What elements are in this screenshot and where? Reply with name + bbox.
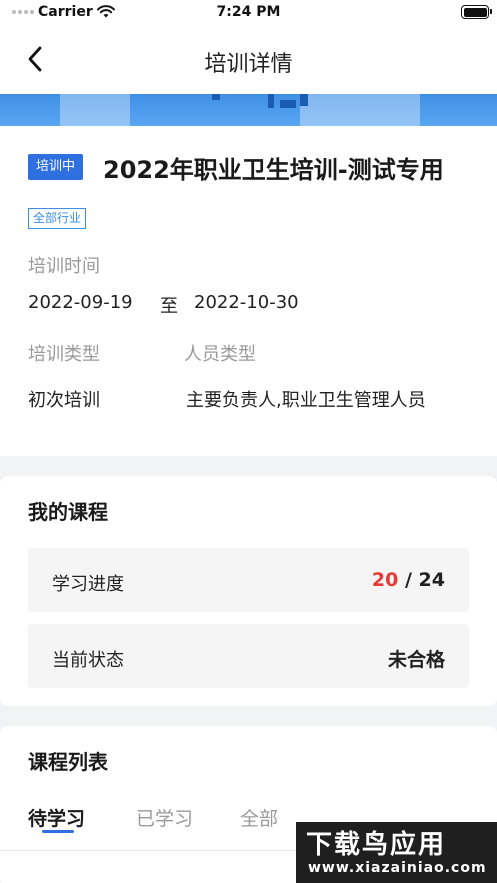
- progress-done: 20: [371, 569, 399, 591]
- training-type-label: 培训类型: [28, 344, 100, 365]
- my-course-card: 我的课程 学习进度 20 / 24 当前状态 未合格: [0, 476, 497, 706]
- progress-row: 学习进度 20 / 24: [28, 548, 469, 612]
- watermark-line2: www.xiazainiao.com: [308, 860, 487, 876]
- personnel-type-value: 主要负责人,职业卫生管理人员: [186, 390, 426, 411]
- battery-icon: [461, 5, 492, 19]
- tab-learned[interactable]: 已学习: [136, 804, 193, 831]
- training-type-value: 初次培训: [28, 390, 100, 411]
- nav-bar: 培训详情: [0, 26, 497, 94]
- status-badge: 培训中: [28, 154, 84, 180]
- personnel-type-label: 人员类型: [184, 344, 256, 365]
- training-info-card: 培训中 2022年职业卫生培训-测试专用 全部行业 培训时间 2022-09-1…: [0, 126, 497, 456]
- progress-label: 学习进度: [52, 574, 124, 595]
- active-tab-indicator: [42, 830, 74, 833]
- progress-value: 20 / 24: [372, 569, 445, 591]
- date-separator: 至: [160, 296, 178, 317]
- end-date: 2022-10-30: [194, 292, 299, 313]
- watermark-logo: 下载鸟应用 www.xiazainiao.com: [296, 822, 497, 883]
- tab-all[interactable]: 全部: [240, 804, 278, 831]
- training-title: 2022年职业卫生培训-测试专用: [103, 156, 444, 184]
- course-list-title: 课程列表: [28, 750, 108, 774]
- industry-tag: 全部行业: [28, 208, 87, 229]
- my-course-title: 我的课程: [28, 500, 108, 524]
- status-bar: Carrier 7:24 PM: [0, 0, 497, 26]
- banner-image: [0, 94, 497, 126]
- status-time: 7:24 PM: [216, 4, 281, 20]
- start-date: 2022-09-19: [28, 292, 133, 313]
- tab-pending[interactable]: 待学习: [28, 804, 85, 831]
- state-label: 当前状态: [52, 650, 124, 671]
- screen: Carrier 7:24 PM 培训详情 培训中 2022年职业卫生培训-测试专: [0, 0, 497, 883]
- progress-total: 24: [418, 569, 445, 591]
- page-title: 培训详情: [204, 52, 293, 77]
- watermark-line1: 下载鸟应用: [306, 830, 447, 860]
- state-value: 未合格: [387, 649, 445, 671]
- progress-separator: /: [404, 569, 412, 591]
- state-row: 当前状态 未合格: [28, 624, 469, 688]
- training-time-label: 培训时间: [28, 256, 100, 277]
